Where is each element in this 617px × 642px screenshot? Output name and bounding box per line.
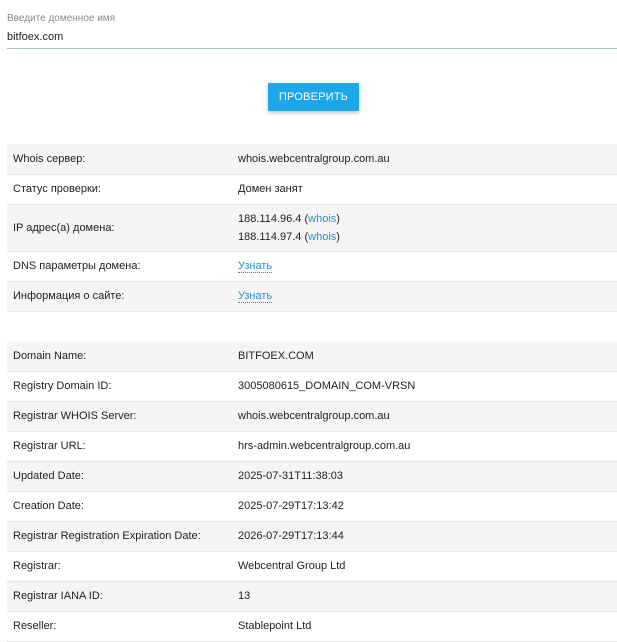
dns-label: DNS параметры домена: (7, 251, 232, 282)
table-row: Registrar WHOIS Server: whois.webcentralg… (7, 401, 617, 432)
status-label: Статус проверки: (7, 174, 232, 205)
whois-key: Registrar URL: (7, 431, 232, 462)
table-row: IP адрес(а) домена: 188.114.96.4 (whois)… (7, 204, 617, 252)
domain-field[interactable]: Введите доменное имя bitfoex.com (7, 12, 617, 49)
site-info-label: Информация о сайте: (7, 281, 232, 312)
table-row: Registry Domain ID: 3005080615_DOMAIN_COM… (7, 371, 617, 402)
whois-page: Введите доменное имя bitfoex.com ПРОВЕРИ… (0, 0, 617, 642)
ip-line: 188.114.96.4 (whois) (238, 212, 340, 225)
whois-value: hrs-admin.webcentralgroup.com.au (232, 431, 617, 462)
status-value: Домен занят (232, 174, 617, 205)
whois-server-value: whois.webcentralgroup.com.au (232, 144, 617, 175)
table-row: Updated Date: 2025-07-31T11:38:03 (7, 461, 617, 492)
table-row: Информация о сайте: Узнать (7, 281, 617, 312)
whois-value: Webcentral Group Ltd (232, 551, 617, 582)
site-info-link[interactable]: Узнать (238, 290, 273, 303)
whois-value: 2026-07-29T17:13:44 (232, 521, 617, 552)
ip-whois-link[interactable]: whois (308, 231, 336, 243)
domain-input[interactable]: bitfoex.com (7, 26, 617, 49)
table-row: Domain Name: BITFOEX.COM (7, 341, 617, 372)
table-row: Reseller: Stablepoint Ltd (7, 611, 617, 642)
whois-table: Domain Name: BITFOEX.COM Registry Domain … (7, 341, 617, 642)
whois-key: Registrar WHOIS Server: (7, 401, 232, 432)
whois-value: Stablepoint Ltd (232, 611, 617, 642)
whois-value: 3005080615_DOMAIN_COM-VRSN (232, 371, 617, 402)
whois-key: Registry Domain ID: (7, 371, 232, 402)
ip-address: 188.114.97.4 (238, 230, 302, 243)
dns-value: Узнать (232, 251, 617, 282)
whois-key: Domain Name: (7, 341, 232, 372)
ip-label: IP адрес(а) домена: (7, 204, 232, 252)
table-row: Whois сервер: whois.webcentralgroup.com.… (7, 144, 617, 175)
whois-value: whois.webcentralgroup.com.au (232, 401, 617, 432)
whois-key: Registrar: (7, 551, 232, 582)
ip-address: 188.114.96.4 (238, 212, 302, 225)
summary-table: Whois сервер: whois.webcentralgroup.com.… (7, 144, 617, 312)
whois-server-label: Whois сервер: (7, 144, 232, 175)
domain-field-label: Введите доменное имя (7, 13, 116, 24)
whois-value: 2025-07-29T17:13:42 (232, 491, 617, 522)
site-info-value: Узнать (232, 281, 617, 312)
check-button[interactable]: ПРОВЕРИТЬ (268, 83, 359, 111)
whois-value: 2025-07-31T11:38:03 (232, 461, 617, 492)
whois-key: Updated Date: (7, 461, 232, 492)
table-row: Registrar Registration Expiration Date: 2… (7, 521, 617, 552)
table-row: Статус проверки: Домен занят (7, 174, 617, 205)
ip-whois-link[interactable]: whois (308, 213, 336, 225)
whois-key: Reseller: (7, 611, 232, 642)
whois-value: BITFOEX.COM (232, 341, 617, 372)
ip-values: 188.114.96.4 (whois) 188.114.97.4 (whois… (232, 204, 617, 252)
whois-key: Registrar Registration Expiration Date: (7, 521, 232, 552)
table-row: Registrar URL: hrs-admin.webcentralgroup.… (7, 431, 617, 462)
whois-key: Registrar IANA ID: (7, 581, 232, 612)
table-row: Registrar IANA ID: 13 (7, 581, 617, 612)
table-row: DNS параметры домена: Узнать (7, 251, 617, 282)
whois-key: Creation Date: (7, 491, 232, 522)
ip-line: 188.114.97.4 (whois) (238, 230, 340, 243)
dns-link[interactable]: Узнать (238, 260, 273, 273)
table-row: Registrar: Webcentral Group Ltd (7, 551, 617, 582)
whois-value: 13 (232, 581, 617, 612)
table-row: Creation Date: 2025-07-29T17:13:42 (7, 491, 617, 522)
